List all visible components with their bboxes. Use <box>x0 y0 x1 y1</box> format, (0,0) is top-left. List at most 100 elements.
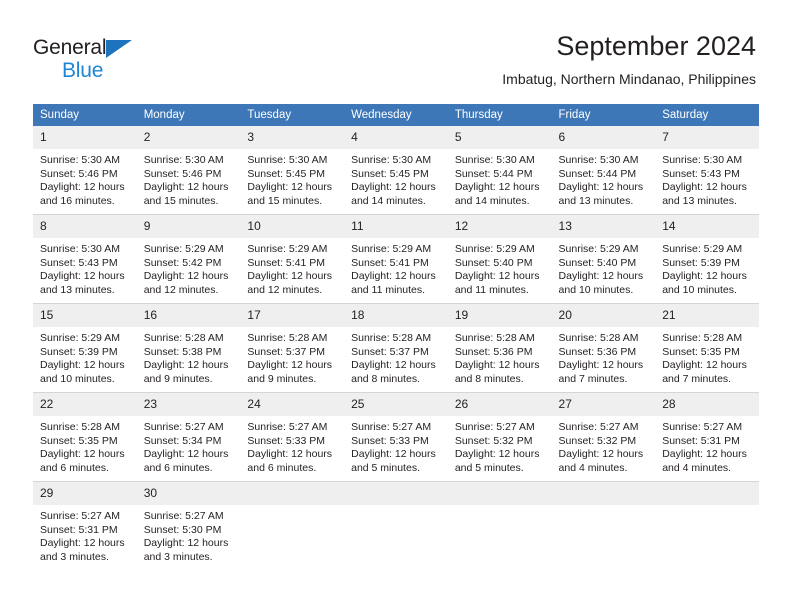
calendar-day-cell[interactable]: 15 Sunrise: 5:29 AM Sunset: 5:39 PM Dayligh… <box>33 303 137 393</box>
calendar-week-row: 1 Sunrise: 5:30 AM Sunset: 5:46 PM Daylight… <box>33 126 759 215</box>
daylight-text-line1: Daylight: 12 hours <box>143 270 229 283</box>
daylight-text-line2: and 13 minutes. <box>40 283 115 296</box>
sunset-text: Sunset: 5:46 PM <box>40 167 118 180</box>
daylight-text-line1: Daylight: 12 hours <box>143 537 229 550</box>
calendar-day-cell[interactable]: 7 Sunrise: 5:30 AM Sunset: 5:43 PM Daylight… <box>655 126 759 215</box>
daylight-text-line1: Daylight: 12 hours <box>143 359 229 372</box>
day-number <box>655 482 759 505</box>
calendar-week-row: 29 Sunrise: 5:27 AM Sunset: 5:31 PM Dayligh… <box>33 481 759 570</box>
calendar-day-cell[interactable]: 14 Sunrise: 5:29 AM Sunset: 5:39 PM Dayligh… <box>655 214 759 304</box>
calendar-day-cell[interactable]: 2 Sunrise: 5:30 AM Sunset: 5:46 PM Daylight… <box>136 126 241 215</box>
daylight-text-line2: and 10 minutes. <box>558 283 634 296</box>
sunset-text: Sunset: 5:35 PM <box>40 434 118 447</box>
calendar-day-cell[interactable]: 30 Sunrise: 5:27 AM Sunset: 5:30 PM Dayligh… <box>136 481 241 570</box>
daylight-text-line1: Daylight: 12 hours <box>662 359 747 372</box>
daylight-text-line2: and 3 minutes. <box>143 550 213 563</box>
calendar-day-cell[interactable]: 6 Sunrise: 5:30 AM Sunset: 5:44 PM Daylight… <box>551 126 656 215</box>
daylight-text-line2: and 9 minutes. <box>247 372 317 385</box>
daylight-text-line2: and 8 minutes. <box>454 372 524 385</box>
day-details <box>655 505 759 510</box>
sunset-text: Sunset: 5:37 PM <box>247 345 326 358</box>
calendar-day-cell[interactable]: 29 Sunrise: 5:27 AM Sunset: 5:31 PM Dayligh… <box>33 481 137 570</box>
sunset-text: Sunset: 5:39 PM <box>40 345 118 358</box>
sunrise-text: Sunrise: 5:28 AM <box>40 421 120 433</box>
calendar-day-cell[interactable]: 3 Sunrise: 5:30 AM Sunset: 5:45 PM Daylight… <box>240 126 345 215</box>
calendar-day-cell[interactable]: 28 Sunrise: 5:27 AM Sunset: 5:31 PM Dayligh… <box>655 392 759 482</box>
calendar-day-cell[interactable]: 10 Sunrise: 5:29 AM Sunset: 5:41 PM Dayligh… <box>240 214 345 304</box>
day-details: Sunrise: 5:29 AM Sunset: 5:41 PM Daylight:… <box>344 238 448 297</box>
daylight-text-line1: Daylight: 12 hours <box>40 537 125 550</box>
calendar-day-cell-empty <box>551 481 656 570</box>
day-number: 26 <box>447 393 552 416</box>
sunset-text: Sunset: 5:44 PM <box>454 167 533 180</box>
daylight-text-line1: Daylight: 12 hours <box>247 359 333 372</box>
day-number: 29 <box>33 482 137 505</box>
calendar-day-cell[interactable]: 13 Sunrise: 5:29 AM Sunset: 5:40 PM Dayligh… <box>551 214 656 304</box>
day-details: Sunrise: 5:28 AM Sunset: 5:36 PM Daylight:… <box>448 327 552 386</box>
calendar-day-cell[interactable]: 24 Sunrise: 5:27 AM Sunset: 5:33 PM Dayligh… <box>240 392 345 482</box>
day-details: Sunrise: 5:28 AM Sunset: 5:35 PM Daylight:… <box>655 327 759 386</box>
calendar-day-cell[interactable]: 17 Sunrise: 5:28 AM Sunset: 5:37 PM Dayligh… <box>240 303 345 393</box>
day-number: 20 <box>551 304 656 327</box>
sunset-text: Sunset: 5:32 PM <box>454 434 533 447</box>
calendar-day-cell[interactable]: 27 Sunrise: 5:27 AM Sunset: 5:32 PM Dayligh… <box>551 392 656 482</box>
calendar-day-cell[interactable]: 20 Sunrise: 5:28 AM Sunset: 5:36 PM Dayligh… <box>551 303 656 393</box>
calendar-day-cell[interactable]: 9 Sunrise: 5:29 AM Sunset: 5:42 PM Daylight… <box>136 214 241 304</box>
sunset-text: Sunset: 5:32 PM <box>558 434 637 447</box>
weekday-header-friday: Friday <box>551 104 656 126</box>
calendar-day-cell[interactable]: 18 Sunrise: 5:28 AM Sunset: 5:37 PM Dayligh… <box>344 303 448 393</box>
sunrise-text: Sunrise: 5:27 AM <box>143 510 224 522</box>
sunrise-text: Sunrise: 5:29 AM <box>40 332 120 344</box>
calendar-table: Sunday Monday Tuesday Wednesday Thursday… <box>33 104 759 570</box>
calendar-day-cell[interactable]: 1 Sunrise: 5:30 AM Sunset: 5:46 PM Daylight… <box>33 126 137 215</box>
brand-logo[interactable]: General Blue <box>33 36 213 88</box>
day-number: 14 <box>655 215 759 238</box>
calendar-day-cell[interactable]: 8 Sunrise: 5:30 AM Sunset: 5:43 PM Daylight… <box>33 214 137 304</box>
sunset-text: Sunset: 5:36 PM <box>558 345 637 358</box>
sunrise-text: Sunrise: 5:30 AM <box>454 154 535 166</box>
day-number: 9 <box>136 215 241 238</box>
calendar-week-row: 8 Sunrise: 5:30 AM Sunset: 5:43 PM Daylight… <box>33 214 759 304</box>
calendar-day-cell[interactable]: 26 Sunrise: 5:27 AM Sunset: 5:32 PM Dayligh… <box>447 392 552 482</box>
calendar-day-cell[interactable]: 21 Sunrise: 5:28 AM Sunset: 5:35 PM Dayligh… <box>655 303 759 393</box>
sunset-text: Sunset: 5:40 PM <box>558 256 637 269</box>
sunrise-text: Sunrise: 5:27 AM <box>662 421 743 433</box>
day-details: Sunrise: 5:29 AM Sunset: 5:39 PM Daylight:… <box>33 327 137 386</box>
day-details: Sunrise: 5:27 AM Sunset: 5:33 PM Daylight:… <box>344 416 448 475</box>
sunrise-text: Sunrise: 5:28 AM <box>558 332 639 344</box>
calendar-day-cell[interactable]: 5 Sunrise: 5:30 AM Sunset: 5:44 PM Daylight… <box>447 126 552 215</box>
calendar-day-cell[interactable]: 12 Sunrise: 5:29 AM Sunset: 5:40 PM Dayligh… <box>447 214 552 304</box>
day-details <box>240 505 344 510</box>
sunset-text: Sunset: 5:46 PM <box>143 167 222 180</box>
daylight-text-line1: Daylight: 12 hours <box>558 448 644 461</box>
sunset-text: Sunset: 5:45 PM <box>247 167 326 180</box>
day-details: Sunrise: 5:27 AM Sunset: 5:31 PM Daylight:… <box>33 505 137 564</box>
daylight-text-line1: Daylight: 12 hours <box>454 270 540 283</box>
calendar-day-cell[interactable]: 4 Sunrise: 5:30 AM Sunset: 5:45 PM Daylight… <box>344 126 448 215</box>
sunrise-text: Sunrise: 5:27 AM <box>454 421 535 433</box>
daylight-text-line1: Daylight: 12 hours <box>40 448 125 461</box>
day-number: 21 <box>655 304 759 327</box>
day-details: Sunrise: 5:29 AM Sunset: 5:39 PM Daylight:… <box>655 238 759 297</box>
day-number <box>551 482 656 505</box>
daylight-text-line1: Daylight: 12 hours <box>351 270 436 283</box>
calendar-day-cell[interactable]: 19 Sunrise: 5:28 AM Sunset: 5:36 PM Dayligh… <box>447 303 552 393</box>
day-details: Sunrise: 5:27 AM Sunset: 5:31 PM Daylight:… <box>655 416 759 475</box>
calendar-day-cell[interactable]: 16 Sunrise: 5:28 AM Sunset: 5:38 PM Dayligh… <box>136 303 241 393</box>
calendar-day-cell[interactable]: 25 Sunrise: 5:27 AM Sunset: 5:33 PM Dayligh… <box>344 392 448 482</box>
daylight-text-line2: and 9 minutes. <box>143 372 213 385</box>
day-number: 19 <box>447 304 552 327</box>
weekday-header-wednesday: Wednesday <box>344 104 448 126</box>
daylight-text-line2: and 10 minutes. <box>662 283 737 296</box>
sunrise-text: Sunrise: 5:28 AM <box>247 332 328 344</box>
daylight-text-line1: Daylight: 12 hours <box>247 448 333 461</box>
calendar-day-cell[interactable]: 23 Sunrise: 5:27 AM Sunset: 5:34 PM Dayligh… <box>136 392 241 482</box>
calendar-week-row: 22 Sunrise: 5:28 AM Sunset: 5:35 PM Dayligh… <box>33 392 759 482</box>
day-details: Sunrise: 5:30 AM Sunset: 5:43 PM Daylight:… <box>33 238 137 297</box>
title-block: September 2024 Imbatug, Northern Mindana… <box>502 30 756 88</box>
calendar-day-cell[interactable]: 22 Sunrise: 5:28 AM Sunset: 5:35 PM Dayligh… <box>33 392 137 482</box>
page-subtitle: Imbatug, Northern Mindanao, Philippines <box>502 71 756 87</box>
calendar-day-cell[interactable]: 11 Sunrise: 5:29 AM Sunset: 5:41 PM Dayligh… <box>344 214 448 304</box>
day-number: 17 <box>240 304 345 327</box>
day-number: 11 <box>344 215 448 238</box>
